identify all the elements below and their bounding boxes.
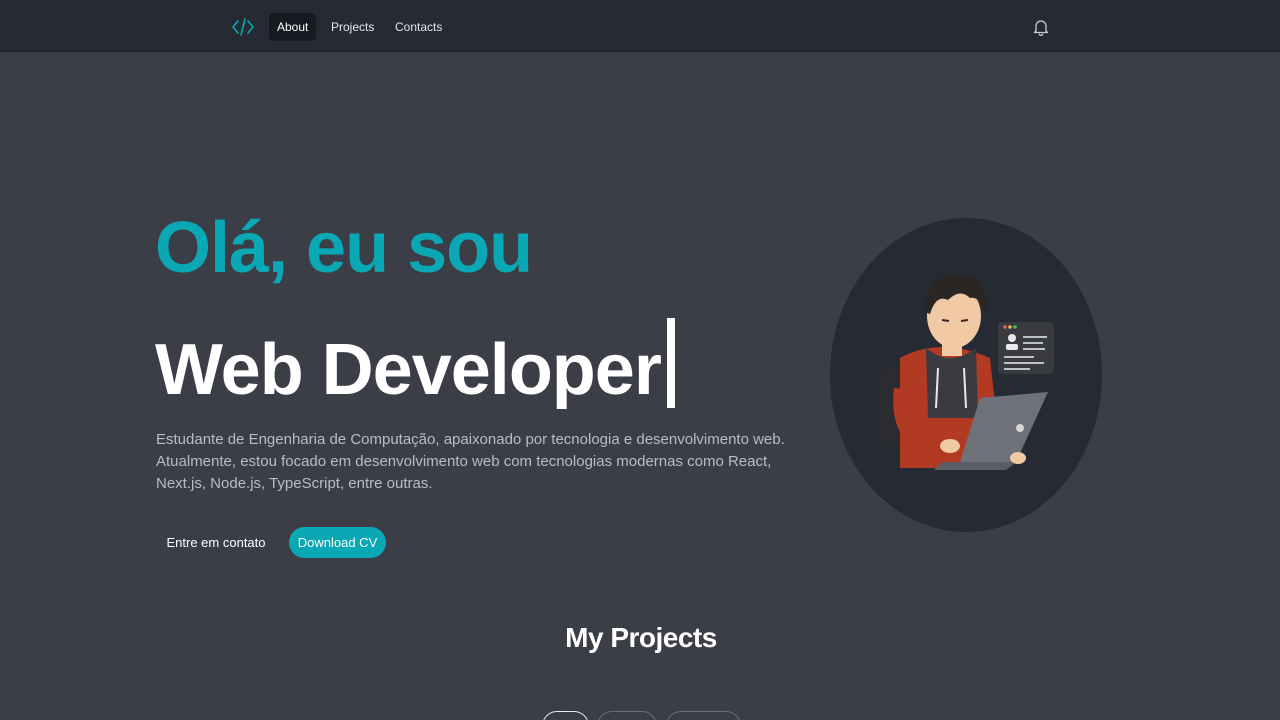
bell-icon[interactable] [1031,17,1051,37]
avatar-illustration [830,218,1102,532]
hero-greeting: Olá, eu sou [155,208,533,288]
typing-cursor [666,318,675,408]
hero-role-line: Web Developer [155,318,675,412]
hero-role: Web Developer [155,330,662,410]
project-filter-pill[interactable] [666,711,741,720]
hero-description: Estudante de Engenharia de Computação, a… [156,431,785,492]
nav-item-projects[interactable]: Projects [323,13,382,41]
project-filter-pill[interactable] [542,711,589,720]
project-filter-pill[interactable] [597,711,657,720]
download-cv-button[interactable]: Download CV [289,527,386,558]
projects-section-title: My Projects [565,622,717,653]
navbar: About Projects Contacts [0,0,1280,52]
nav-item-about[interactable]: About [269,13,317,41]
code-icon[interactable] [231,17,255,37]
contact-button[interactable]: Entre em contato [160,528,272,558]
nav-item-contacts[interactable]: Contacts [387,13,450,41]
